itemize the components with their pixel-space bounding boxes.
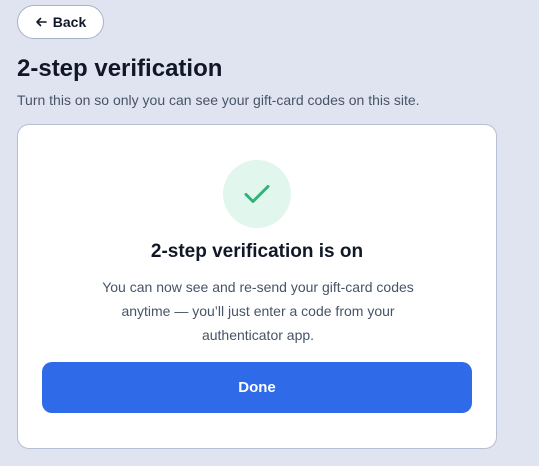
done-button[interactable]: Done xyxy=(42,362,472,413)
arrow-left-icon xyxy=(35,16,47,28)
back-button-label: Back xyxy=(52,14,87,30)
success-badge xyxy=(223,160,291,228)
page-title: 2-step verification xyxy=(17,55,223,82)
back-button[interactable]: Back xyxy=(17,5,104,39)
card-message: You can now see and re-send your gift-ca… xyxy=(102,279,414,343)
check-icon xyxy=(244,185,270,203)
confirmation-card: 2-step verification is on You can now se… xyxy=(17,124,497,449)
card-title: 2-step verification is on xyxy=(150,241,364,262)
page-subtitle: Turn this on so only you can see your gi… xyxy=(17,92,420,108)
